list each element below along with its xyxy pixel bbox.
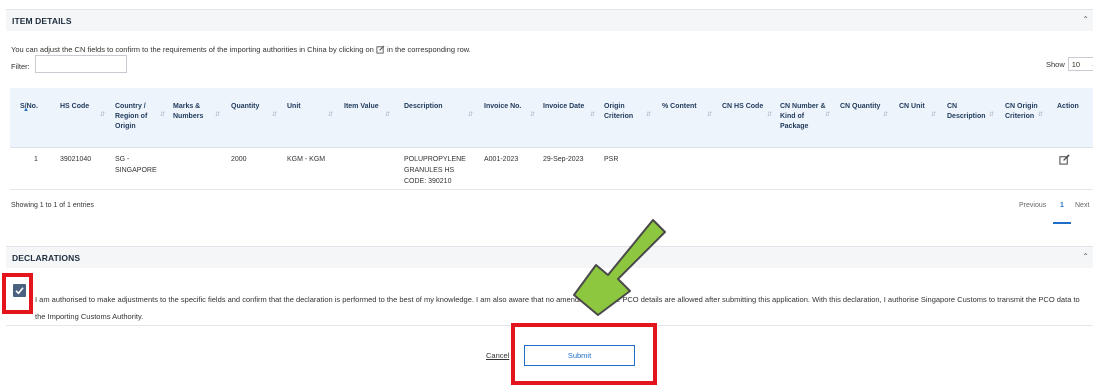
sort-icon[interactable]: ⇵ bbox=[989, 111, 994, 118]
sort-icon[interactable]: ⇵ bbox=[1038, 111, 1043, 118]
edit-inline-icon bbox=[376, 45, 385, 56]
pagination-previous[interactable]: Previous bbox=[1019, 202, 1046, 209]
showing-info: Showing 1 to 1 of 1 entries bbox=[11, 202, 94, 209]
cell-invoice-no: A001-2023 bbox=[484, 156, 519, 163]
sort-asc-icon[interactable]: ▲ bbox=[23, 107, 29, 113]
pagination-active-indicator bbox=[1053, 222, 1071, 224]
show-label: Show bbox=[1046, 59, 1065, 69]
cell-origin-criterion: PSR bbox=[604, 156, 619, 163]
cancel-link[interactable]: Cancel bbox=[486, 351, 509, 360]
col-invoice-date[interactable]: Invoice Date bbox=[543, 102, 593, 112]
sort-icon[interactable]: ⇵ bbox=[328, 111, 333, 118]
item-details-header[interactable]: ITEM DETAILS ⌃ bbox=[6, 9, 1093, 31]
col-cn-hs-code[interactable]: CN HS Code bbox=[722, 102, 772, 112]
sort-icon[interactable]: ⇵ bbox=[883, 111, 888, 118]
declarations-title: DECLARATIONS bbox=[12, 252, 81, 263]
intro-text-before: You can adjust the CN fields to confirm … bbox=[11, 45, 374, 54]
collapse-caret-icon[interactable]: ⌃ bbox=[1082, 15, 1089, 24]
cell-description: POLUPROPYLENE GRANULES HS CODE: 390210 bbox=[404, 156, 466, 185]
cell-unit: KGM - KGM bbox=[287, 156, 326, 163]
sort-icon[interactable]: ⇵ bbox=[530, 111, 535, 118]
cell-hs-code: 39021040 bbox=[60, 156, 92, 163]
col-unit[interactable]: Unit bbox=[287, 102, 327, 112]
item-details-title: ITEM DETAILS bbox=[12, 15, 72, 26]
sort-icon[interactable]: ⇵ bbox=[215, 111, 220, 118]
cell-country: SG - SINGAPORE bbox=[115, 156, 157, 174]
declarations-header[interactable]: DECLARATIONS ⌃ bbox=[6, 246, 1093, 268]
col-country[interactable]: Country / Region of Origin bbox=[115, 102, 161, 132]
sort-icon[interactable]: ⇵ bbox=[468, 111, 473, 118]
sort-icon[interactable]: ⇵ bbox=[590, 111, 595, 118]
col-action: Action bbox=[1057, 103, 1079, 110]
col-quantity[interactable]: Quantity bbox=[231, 102, 271, 112]
col-invoice-no[interactable]: Invoice No. bbox=[484, 102, 534, 112]
filter-label: Filter: bbox=[11, 62, 30, 71]
page-length-control: Show 10 ⌄ entrie bbox=[1046, 57, 1093, 71]
page-length-select[interactable]: 10 ⌄ bbox=[1067, 57, 1093, 71]
annotation-arrow-icon bbox=[573, 219, 666, 316]
sort-icon[interactable]: ⇵ bbox=[825, 111, 830, 118]
sort-icon[interactable]: ⇵ bbox=[767, 111, 772, 118]
sort-icon[interactable]: ⇵ bbox=[160, 111, 165, 118]
sort-icon[interactable]: ⇵ bbox=[385, 111, 390, 118]
cell-sno: 1 bbox=[34, 156, 38, 163]
col-marks[interactable]: Marks & Numbers bbox=[173, 102, 213, 122]
collapse-caret-icon[interactable]: ⌃ bbox=[1082, 252, 1089, 261]
checkbox-highlight-box bbox=[2, 273, 33, 314]
table-header: S/No. ▲ HS Code ⇵ Country / Region of Or… bbox=[10, 88, 1093, 148]
col-description[interactable]: Description bbox=[404, 102, 454, 112]
sort-icon[interactable]: ⇵ bbox=[707, 111, 712, 118]
col-percent-content[interactable]: % Content bbox=[662, 102, 712, 112]
edit-icon[interactable] bbox=[1059, 154, 1070, 167]
intro-text-after: in the corresponding row. bbox=[387, 45, 471, 54]
col-hs-code[interactable]: HS Code bbox=[60, 102, 100, 112]
col-cn-number-kind[interactable]: CN Number & Kind of Package bbox=[780, 102, 828, 132]
page-length-value: 10 bbox=[1071, 59, 1081, 69]
sort-icon[interactable]: ⇵ bbox=[646, 111, 651, 118]
sort-icon[interactable]: ⇵ bbox=[931, 111, 936, 118]
cell-invoice-date: 29-Sep-2023 bbox=[543, 156, 584, 163]
submit-button[interactable]: Submit bbox=[524, 345, 635, 366]
col-origin-criterion[interactable]: Origin Criterion bbox=[604, 102, 644, 122]
sort-icon[interactable]: ⇵ bbox=[100, 111, 105, 118]
pagination-page-1[interactable]: 1 bbox=[1060, 202, 1064, 209]
cell-quantity: 2000 bbox=[231, 156, 247, 163]
pagination-next[interactable]: Next bbox=[1075, 202, 1089, 209]
filter-input[interactable] bbox=[35, 55, 127, 73]
table-row: 1 39021040 SG - SINGAPORE 2000 KGM - KGM… bbox=[10, 148, 1093, 190]
sort-icon[interactable]: ⇵ bbox=[272, 111, 277, 118]
